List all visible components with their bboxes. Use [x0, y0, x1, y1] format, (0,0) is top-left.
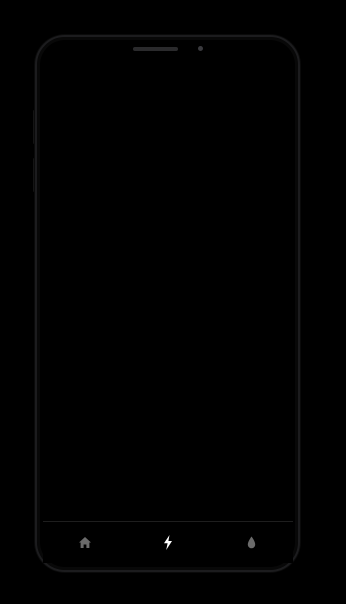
lightning-bolt-icon: [163, 534, 172, 550]
earpiece-speaker: [133, 47, 178, 51]
app-screen: [43, 58, 293, 563]
device-stage: [0, 0, 346, 604]
home-icon: [78, 536, 91, 548]
bottom-tab-bar: [43, 521, 293, 562]
tab-water[interactable]: [231, 524, 271, 560]
water-drop-icon: [247, 536, 256, 548]
tab-power[interactable]: [148, 524, 188, 560]
front-camera: [198, 46, 203, 51]
tab-home[interactable]: [65, 524, 105, 560]
